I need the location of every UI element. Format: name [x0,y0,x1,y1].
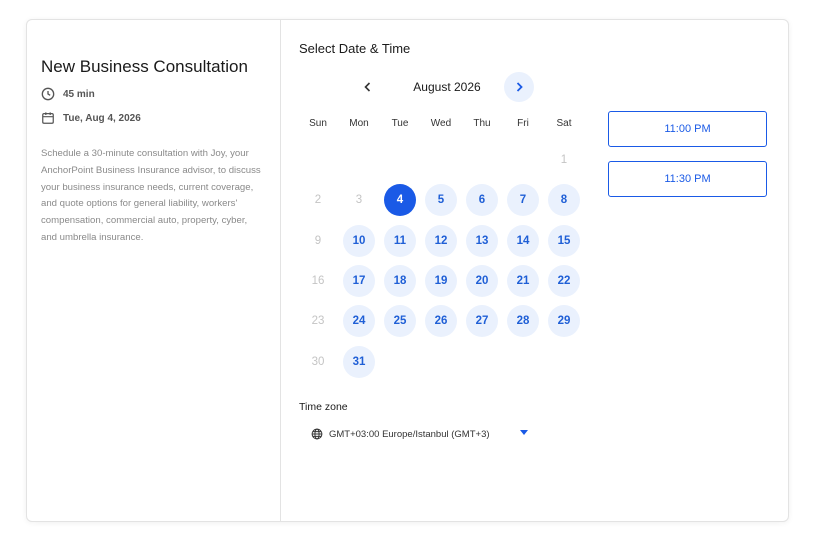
weekday-fri: Fri [517,118,529,129]
timezone-label: Time zone [299,401,348,413]
date-label: Tue, Aug 4, 2026 [63,112,141,124]
time-slot-button[interactable]: 11:30 PM [608,161,767,197]
caret-down-icon [520,430,528,435]
calendar-day[interactable]: 22 [548,264,580,297]
duration-label: 45 min [63,88,95,100]
date-time-picker: Select Date & Time August 2026 Sun Mon T… [282,20,788,521]
calendar-day[interactable]: 26 [425,305,457,338]
calendar-day[interactable]: 12 [425,224,457,257]
booking-card: New Business Consultation 45 min Tue, Au… [26,19,789,522]
calendar-day[interactable]: 24 [343,305,375,338]
calendar-day[interactable]: 28 [507,305,539,338]
calendar-day[interactable]: 14 [507,224,539,257]
weekday-thu: Thu [473,118,491,129]
chevron-right-icon [516,82,523,92]
calendar-day[interactable]: 19 [425,264,457,297]
calendar-day[interactable]: 8 [548,184,580,217]
calendar-day[interactable]: 17 [343,264,375,297]
weekday-sun: Sun [309,118,327,129]
calendar-day[interactable]: 27 [466,305,498,338]
calendar-day[interactable]: 10 [343,224,375,257]
month-navigation: August 2026 [352,72,547,102]
calendar-day[interactable]: 11 [384,224,416,257]
calendar-day[interactable]: 20 [466,264,498,297]
calendar-day: 1 [560,154,568,166]
event-duration: 45 min [41,87,95,101]
event-details-panel: New Business Consultation 45 min Tue, Au… [27,20,281,521]
calendar-day[interactable]: 25 [384,305,416,338]
calendar-icon [42,112,54,124]
time-slot-button[interactable]: 11:00 PM [608,111,767,147]
event-description: Schedule a 30-minute consultation with J… [41,148,261,243]
calendar-day[interactable]: 13 [466,224,498,257]
globe-icon [311,428,323,440]
event-title: New Business Consultation [41,57,248,76]
calendar-day[interactable]: 31 [343,345,375,378]
calendar-day[interactable]: 21 [507,264,539,297]
weekday-sat: Sat [556,118,572,129]
calendar-day[interactable]: 7 [507,184,539,217]
calendar-day[interactable]: 6 [466,184,498,217]
calendar-day[interactable]: 5 [425,184,457,217]
calendar-day: 3 [355,194,363,207]
calendar-day[interactable]: 29 [548,305,580,338]
calendar-day: 30 [311,355,325,368]
previous-month-button[interactable] [353,72,383,102]
calendar-day: 16 [311,274,325,287]
clock-icon [41,87,55,101]
timezone-select[interactable]: GMT+03:00 Europe/Istanbul (GMT+3) [311,425,551,443]
calendar-day: 9 [314,234,322,247]
month-label: August 2026 [413,80,481,94]
calendar-day-selected[interactable]: 4 [384,184,416,217]
calendar-day: 2 [314,194,322,207]
weekday-mon: Mon [349,118,369,129]
weekday-wed: Wed [430,118,452,129]
calendar-day[interactable]: 18 [384,264,416,297]
event-date: Tue, Aug 4, 2026 [41,111,141,125]
calendar-day[interactable]: 15 [548,224,580,257]
calendar-day: 23 [311,315,325,328]
picker-heading: Select Date & Time [299,41,411,56]
weekday-tue: Tue [391,118,409,129]
timezone-value: GMT+03:00 Europe/Istanbul (GMT+3) [329,428,490,440]
chevron-left-icon [364,82,371,92]
next-month-button[interactable] [504,72,534,102]
